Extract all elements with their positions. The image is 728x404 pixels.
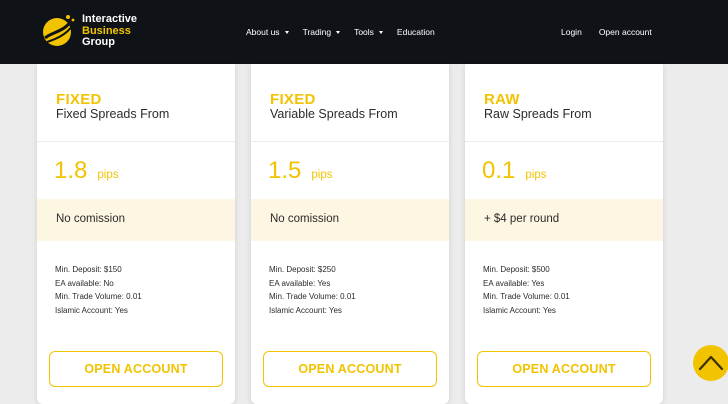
divider: [465, 141, 663, 142]
plan-specs: Min. Deposit: $150 EA available: No Min.…: [55, 263, 142, 318]
spread-number: 0.1: [482, 157, 516, 184]
divider: [251, 141, 449, 142]
caret-down-icon: [378, 30, 383, 34]
spec-ea-available: EA available: Yes: [269, 278, 331, 288]
spec-min-deposit: Min. Deposit: $500: [483, 265, 550, 274]
nav-about-us[interactable]: About us: [246, 27, 289, 37]
plan-specs: Min. Deposit: $250 EA available: Yes Min…: [269, 263, 356, 318]
open-account-button[interactable]: OPEN ACCOUNT: [477, 351, 651, 387]
nav-label: About us: [246, 27, 280, 37]
commission-band: No comission: [251, 199, 449, 241]
ibg-logo-icon: [43, 15, 75, 46]
commission-band: No comission: [37, 199, 235, 241]
spec-min-trade-volume: Min. Trade Volume: 0.01: [483, 292, 570, 302]
plan-card-variable: FIXED Variable Spreads From 1.5 pips No …: [251, 64, 449, 404]
spec-islamic-account: Islamic Account: Yes: [483, 306, 556, 316]
brand-line-1: Interactive: [82, 13, 138, 25]
caret-down-icon: [284, 30, 289, 34]
spread-unit: pips: [525, 169, 547, 181]
nav-label: Tools: [354, 27, 374, 37]
nav-tools[interactable]: Tools: [354, 27, 383, 37]
spec-islamic-account: Islamic Account: Yes: [269, 306, 342, 316]
nav-trading[interactable]: Trading: [303, 27, 341, 37]
nav-label: Education: [396, 27, 435, 37]
scroll-to-top-button[interactable]: [693, 345, 728, 381]
plan-description: Variable Spreads From: [270, 107, 398, 121]
spec-min-deposit: Min. Deposit: $250: [269, 265, 336, 274]
spread-number: 1.8: [54, 157, 88, 184]
spread-unit: pips: [97, 169, 119, 181]
spec-min-deposit: Min. Deposit: $150: [55, 265, 122, 274]
plan-type: FIXED: [270, 91, 316, 108]
plan-description: Raw Spreads From: [484, 107, 592, 121]
nav-education[interactable]: Education: [397, 27, 435, 37]
spread-number: 1.5: [268, 157, 302, 184]
plan-specs: Min. Deposit: $500 EA available: Yes Min…: [483, 263, 570, 318]
commission-text: No comission: [270, 213, 340, 225]
plan-card-raw: RAW Raw Spreads From 0.1 pips + $4 per r…: [465, 64, 663, 404]
brand-logo[interactable]: Interactive Business Group: [36, 11, 186, 51]
plan-description: Fixed Spreads From: [56, 107, 170, 121]
brand-line-3: Group: [82, 36, 115, 48]
nav-label: Trading: [302, 27, 332, 37]
main-menu: About us Trading Tools Education: [246, 0, 449, 64]
commission-band: + $4 per round: [465, 199, 663, 241]
spread-unit: pips: [311, 169, 333, 181]
spec-islamic-account: Islamic Account: Yes: [55, 306, 128, 316]
spec-min-trade-volume: Min. Trade Volume: 0.01: [55, 292, 142, 302]
account-menu: Login Open account: [561, 0, 669, 64]
spec-min-trade-volume: Min. Trade Volume: 0.01: [269, 292, 356, 302]
spread-value: 0.1 pips: [482, 157, 546, 185]
plan-type: RAW: [484, 91, 520, 108]
divider: [37, 141, 235, 142]
top-navigation-bar: Interactive Business Group About us Trad…: [0, 0, 728, 64]
spec-ea-available: EA available: Yes: [483, 278, 545, 288]
plan-type: FIXED: [56, 91, 102, 108]
login-link[interactable]: Login: [561, 27, 582, 37]
spec-ea-available: EA available: No: [55, 278, 114, 288]
commission-text: + $4 per round: [484, 213, 560, 225]
spread-value: 1.5 pips: [268, 157, 332, 185]
chevron-up-icon: [698, 355, 724, 371]
commission-text: No comission: [56, 213, 126, 225]
plan-card-fixed: FIXED Fixed Spreads From 1.8 pips No com…: [37, 64, 235, 404]
spread-value: 1.8 pips: [54, 157, 118, 185]
open-account-button[interactable]: OPEN ACCOUNT: [263, 351, 437, 387]
open-account-link[interactable]: Open account: [599, 27, 652, 37]
brand-name: Interactive Business Group: [82, 13, 138, 49]
open-account-button[interactable]: OPEN ACCOUNT: [49, 351, 223, 387]
caret-down-icon: [336, 30, 341, 34]
